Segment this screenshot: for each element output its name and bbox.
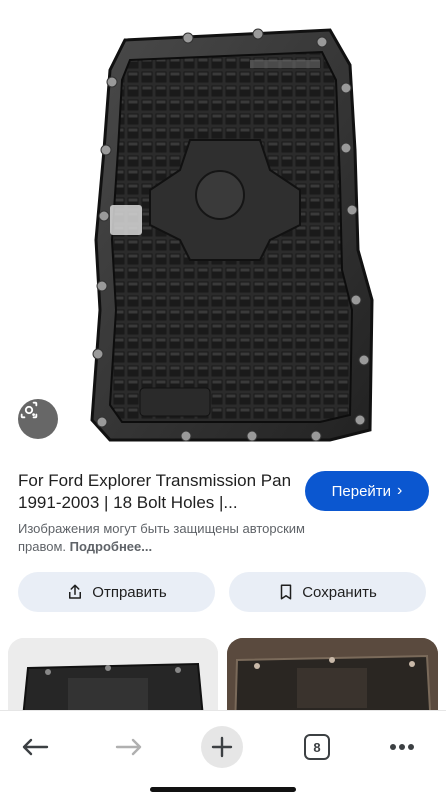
copyright-notice: Изображения могут быть защищены авторски… (18, 520, 348, 556)
back-button[interactable] (13, 725, 57, 769)
share-button[interactable]: Отправить (18, 572, 215, 612)
visit-button[interactable]: Перейти › (305, 471, 429, 511)
copyright-text: Изображения могут быть защищены авторски… (18, 521, 305, 554)
back-arrow-icon (22, 738, 49, 756)
browser-toolbar: 8 (0, 710, 446, 800)
plus-icon (211, 736, 233, 758)
home-indicator (150, 787, 296, 792)
more-link[interactable]: Подробнее... (70, 539, 152, 554)
forward-arrow-icon (115, 738, 142, 756)
transmission-pan-image (90, 28, 374, 442)
lens-button[interactable] (18, 399, 58, 439)
visit-button-label: Перейти (331, 482, 392, 500)
result-title[interactable]: For Ford Explorer Transmission Pan 1991-… (18, 470, 298, 514)
save-button[interactable]: Сохранить (229, 572, 426, 612)
result-image[interactable] (0, 0, 446, 455)
share-icon (69, 584, 82, 599)
tabs-icon: 8 (304, 734, 330, 760)
tabs-button[interactable]: 8 (295, 725, 339, 769)
share-button-label: Отправить (92, 583, 167, 601)
save-button-label: Сохранить (302, 583, 377, 601)
new-tab-button[interactable] (201, 726, 243, 768)
more-menu-button[interactable] (380, 725, 424, 769)
bookmark-icon (280, 584, 292, 600)
more-icon (390, 744, 414, 750)
forward-button[interactable] (107, 725, 151, 769)
chevron-right-icon: › (397, 482, 403, 499)
lens-icon (20, 401, 38, 419)
